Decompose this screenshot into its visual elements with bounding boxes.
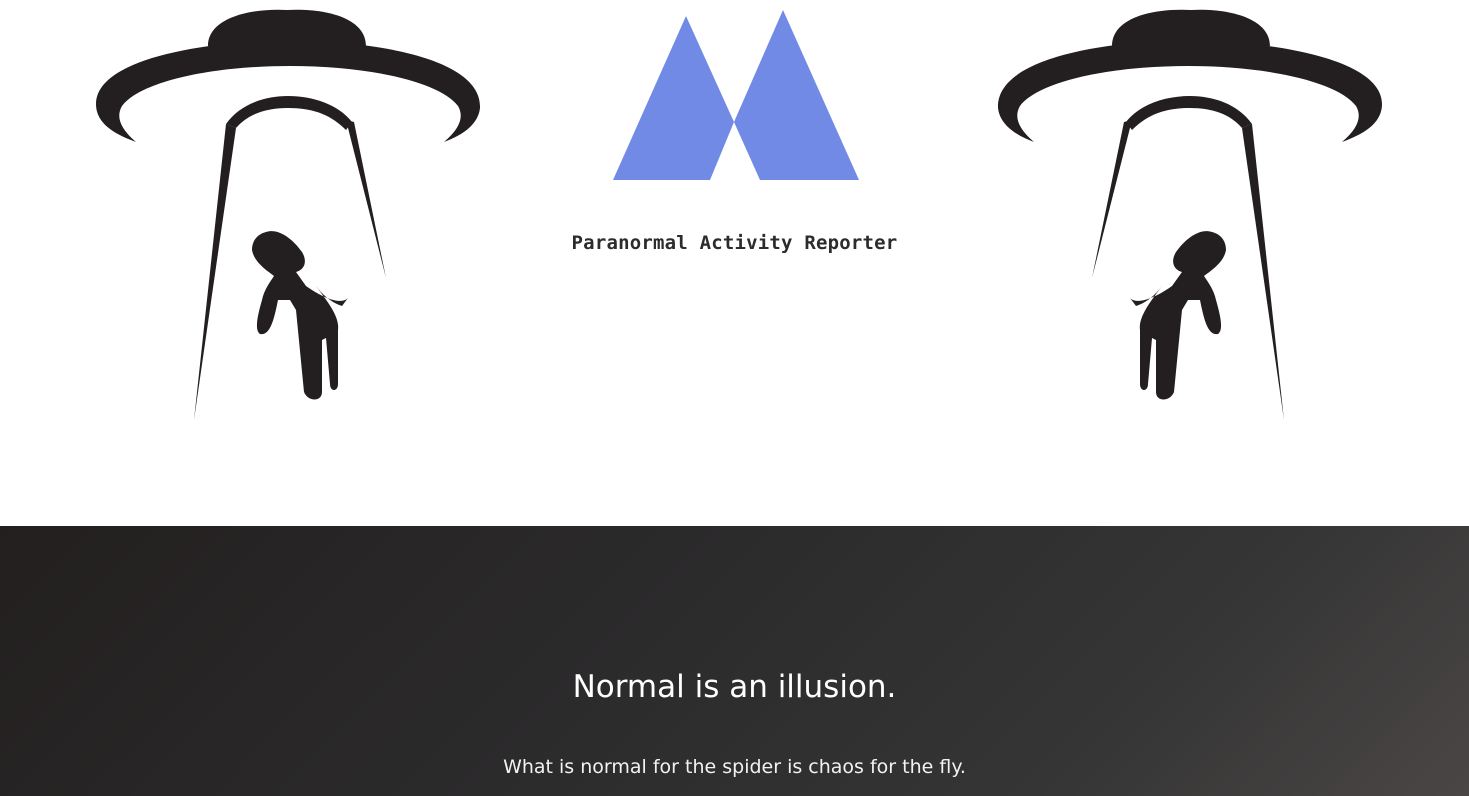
- ufo-abduction-icon: [96, 9, 481, 420]
- hero-title: Normal is an illusion.: [572, 669, 897, 705]
- site-header: Paranormal Activity Reporter: [0, 0, 1469, 526]
- hero-subtitle: What is normal for the spider is chaos f…: [503, 756, 966, 778]
- ufo-abduction-icon: [997, 9, 1382, 420]
- logo-icon: [613, 10, 859, 180]
- page: Paranormal Activity Reporter Normal is a…: [0, 0, 1469, 796]
- hero-section: Normal is an illusion. What is normal fo…: [0, 526, 1469, 796]
